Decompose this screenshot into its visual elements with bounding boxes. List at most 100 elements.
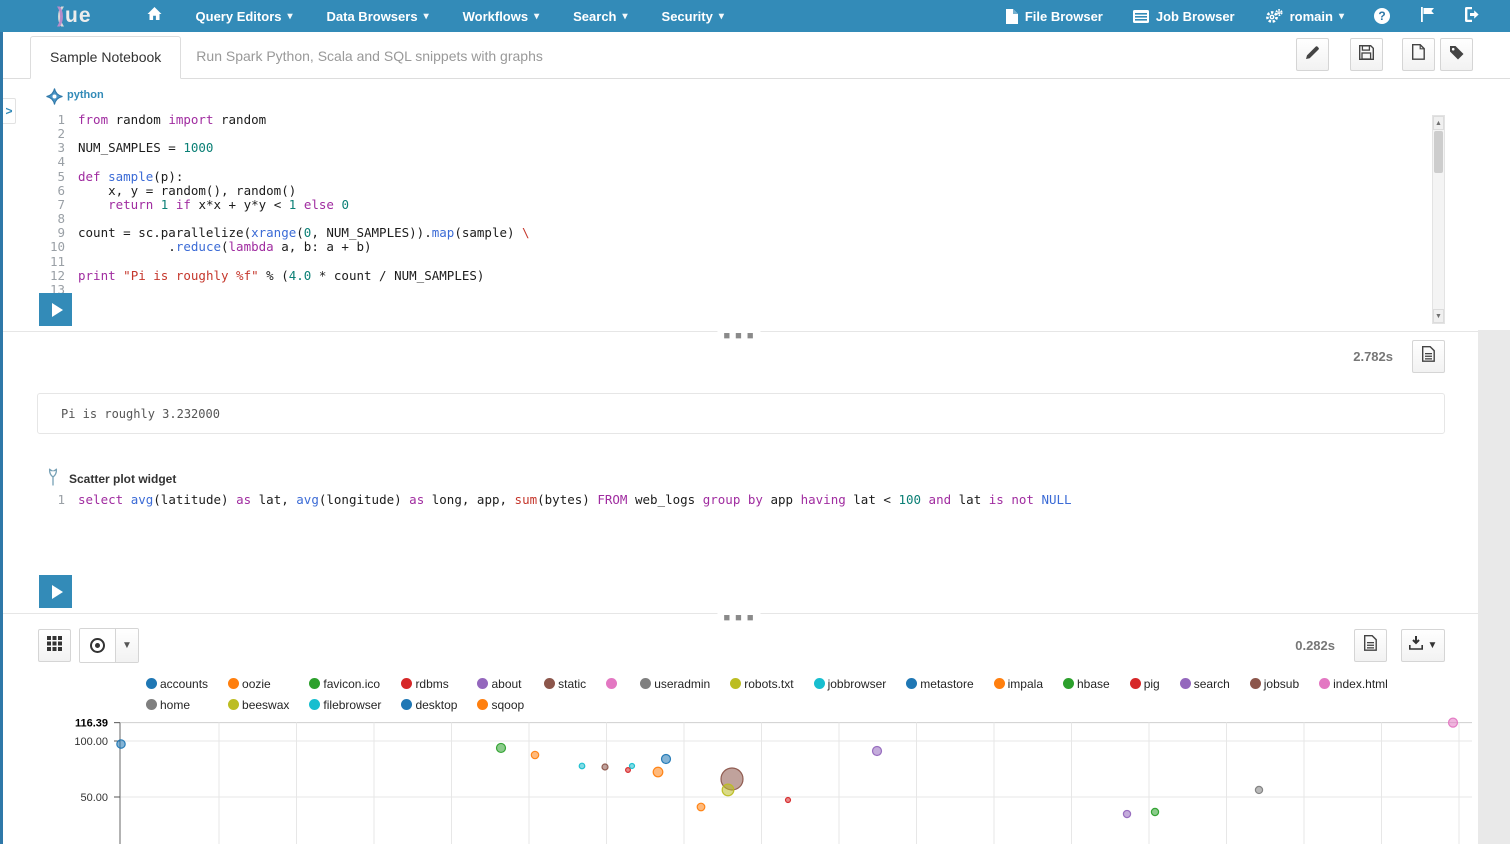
user-menu[interactable]: romain ▾	[1250, 0, 1359, 32]
chevron-right-icon: >	[5, 104, 12, 118]
new-notebook-button[interactable]	[1402, 38, 1435, 71]
legend-item-unnamed[interactable]	[606, 678, 620, 689]
editor-scrollbar[interactable]: ▲ ▼	[1432, 115, 1445, 324]
python-snippet-footer: ■ ■ ■ 2.782s	[0, 331, 1478, 375]
python-run-button[interactable]	[39, 293, 72, 326]
legend-item-beeswax[interactable]: beeswax	[228, 698, 289, 712]
legend-item-hbase[interactable]: hbase	[1063, 677, 1110, 691]
username-label: romain	[1290, 9, 1333, 24]
legend-dot	[814, 678, 825, 689]
legend-item-search[interactable]: search	[1180, 677, 1230, 691]
code-line: x, y = random(), random()	[78, 184, 530, 198]
legend-item-oozie[interactable]: oozie	[228, 677, 289, 691]
job-browser-link[interactable]: Job Browser	[1118, 0, 1250, 32]
resize-handle[interactable]: ■ ■ ■	[717, 331, 760, 341]
scatter-bubble[interactable]	[1151, 808, 1158, 815]
sql-run-button[interactable]	[39, 575, 72, 608]
scroll-down-arrow[interactable]: ▼	[1433, 309, 1444, 323]
snippet-type-label[interactable]: python	[67, 89, 104, 101]
sql-code-editor[interactable]: 1select avg(latitude) as lat, avg(longit…	[37, 493, 1445, 608]
scatter-bubble[interactable]	[786, 798, 791, 803]
legend-item-desktop[interactable]: desktop	[401, 698, 457, 712]
code-line: def sample(p):	[78, 170, 530, 184]
resize-handle[interactable]: ■ ■ ■	[717, 613, 760, 623]
edit-button[interactable]	[1296, 38, 1329, 71]
scatter-bubble[interactable]	[662, 755, 671, 764]
logout-button[interactable]	[1450, 0, 1496, 32]
scatter-chart[interactable]: 116.39100.0050.000.00	[0, 716, 1478, 844]
scatter-bubble[interactable]	[697, 803, 705, 811]
legend-item-rdbms[interactable]: rdbms	[401, 677, 457, 691]
python-code-editor[interactable]: 123456789101112131415from random import …	[37, 113, 1445, 326]
tags-button[interactable]	[1440, 38, 1473, 71]
execution-time: 2.782s	[1353, 349, 1393, 364]
legend-item-filebrowser[interactable]: filebrowser	[309, 698, 381, 712]
legend-item-static[interactable]: static	[544, 677, 586, 691]
nav-menu-search[interactable]: Search▾	[556, 0, 644, 32]
scatter-bubble[interactable]	[630, 763, 635, 768]
legend-label: static	[558, 677, 586, 691]
tab-sample-notebook[interactable]: Sample Notebook	[30, 36, 181, 79]
legend-item-robots.txt[interactable]: robots.txt	[730, 677, 793, 691]
legend-item-jobbrowser[interactable]: jobbrowser	[814, 677, 887, 691]
grid-view-button[interactable]	[38, 629, 71, 662]
scatter-bubble[interactable]	[653, 767, 663, 777]
scroll-thumb[interactable]	[1434, 131, 1443, 173]
scatter-bubble[interactable]	[602, 764, 608, 770]
nav-menu-security[interactable]: Security▾	[645, 0, 741, 32]
feedback-button[interactable]	[1405, 0, 1450, 32]
legend-item-jobsub[interactable]: jobsub	[1250, 677, 1299, 691]
scatter-bubble[interactable]	[626, 768, 631, 773]
scatter-bubble[interactable]	[722, 784, 734, 796]
results-right: 0.282s ▼	[1295, 629, 1445, 662]
legend-item-impala[interactable]: impala	[994, 677, 1043, 691]
tags-icon	[1449, 45, 1465, 65]
legend-dot	[1063, 678, 1074, 689]
legend-item-favicon.ico[interactable]: favicon.ico	[309, 677, 381, 691]
pyspark-icon	[46, 88, 63, 110]
code-line	[78, 212, 530, 226]
scatter-bubble[interactable]	[873, 746, 882, 755]
nav-menu-data-browsers[interactable]: Data Browsers▾	[310, 0, 446, 32]
nav-menu-workflows[interactable]: Workflows▾	[446, 0, 557, 32]
home-button[interactable]	[130, 0, 179, 32]
legend-item-home[interactable]: home	[146, 698, 208, 712]
sql-show-logs-button[interactable]	[1354, 629, 1387, 662]
chart-type-group: ▼	[79, 628, 139, 663]
file-browser-link[interactable]: File Browser	[991, 0, 1118, 32]
save-button[interactable]	[1350, 38, 1383, 71]
scatter-bubble[interactable]	[579, 763, 585, 769]
legend-dot	[401, 678, 412, 689]
nav-menu-query-editors[interactable]: Query Editors▾	[179, 0, 310, 32]
help-button[interactable]: ?	[1359, 0, 1405, 32]
legend-item-about[interactable]: about	[477, 677, 524, 691]
sql-snippet-title[interactable]: Scatter plot widget	[69, 472, 176, 486]
y-axis-tick-label: 100.00	[74, 736, 108, 748]
legend-item-metastore[interactable]: metastore	[906, 677, 973, 691]
legend-item-index.html[interactable]: index.html	[1319, 677, 1388, 691]
scatter-bubble[interactable]	[117, 740, 125, 748]
file-icon	[1006, 9, 1018, 24]
legend-label: jobbrowser	[828, 677, 887, 691]
notebook-subtitle: Run Spark Python, Scala and SQL snippets…	[196, 48, 543, 78]
scatter-bubble[interactable]	[497, 743, 506, 752]
scatter-bubble[interactable]	[1255, 786, 1262, 793]
legend-label: favicon.ico	[323, 677, 380, 691]
legend-item-pig[interactable]: pig	[1130, 677, 1160, 691]
legend-label: rdbms	[415, 677, 448, 691]
hue-logo[interactable]: ()ue	[57, 0, 92, 32]
legend-item-accounts[interactable]: accounts	[146, 677, 208, 691]
output-text: Pi is roughly 3.232000	[61, 407, 220, 421]
chart-legend: accounts oozie favicon.ico rdbms about static…	[146, 673, 1478, 715]
download-button[interactable]: ▼	[1401, 629, 1445, 662]
legend-item-sqoop[interactable]: sqoop	[477, 698, 524, 712]
show-logs-button[interactable]	[1412, 340, 1445, 373]
scatter-bubble[interactable]	[531, 751, 538, 758]
assist-panel-toggle[interactable]: >	[3, 98, 16, 124]
legend-item-useradmin[interactable]: useradmin	[640, 677, 710, 691]
scatter-bubble[interactable]	[1449, 718, 1458, 727]
scatter-bubble[interactable]	[1123, 810, 1130, 817]
scatter-chart-button[interactable]	[80, 629, 116, 662]
scroll-up-arrow[interactable]: ▲	[1433, 116, 1444, 130]
chart-type-dropdown[interactable]: ▼	[116, 629, 138, 662]
